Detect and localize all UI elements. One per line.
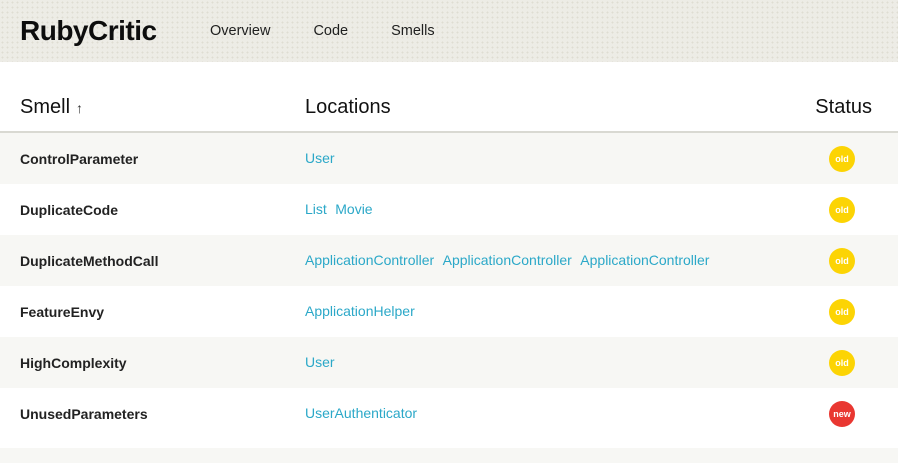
status-cell: old xyxy=(778,349,898,376)
location-link[interactable]: ApplicationController xyxy=(443,252,572,268)
smell-locations: UserAuthenticator xyxy=(305,405,778,423)
nav-item-smells[interactable]: Smells xyxy=(391,23,435,39)
column-header-status[interactable]: Status xyxy=(778,96,898,119)
smell-name: DuplicateMethodCall xyxy=(20,252,159,269)
status-badge: old xyxy=(829,298,855,325)
smell-locations: List Movie xyxy=(305,201,778,219)
smell-locations: ApplicationHelper xyxy=(305,303,778,321)
location-link[interactable]: User xyxy=(305,354,335,370)
status-badge: old xyxy=(829,247,855,274)
smell-locations: User xyxy=(305,150,778,168)
table-row: HighComplexity User old xyxy=(0,337,898,388)
smell-name: HighComplexity xyxy=(20,354,127,371)
smell-name: ControlParameter xyxy=(20,150,139,167)
table-row: FeatureEnvy ApplicationHelper old xyxy=(0,286,898,337)
column-header-smell[interactable]: Smell ↑ xyxy=(20,96,305,119)
status-cell: old xyxy=(778,298,898,325)
status-cell: old xyxy=(778,247,898,274)
smell-locations: User xyxy=(305,354,778,372)
status-cell: new xyxy=(778,400,898,427)
location-link[interactable]: ApplicationController xyxy=(580,252,709,268)
nav-item-code[interactable]: Code xyxy=(313,23,348,39)
status-cell: old xyxy=(778,196,898,223)
smell-name: FeatureEnvy xyxy=(20,303,105,320)
status-badge: old xyxy=(829,349,855,376)
sort-ascending-icon: ↑ xyxy=(76,100,84,116)
app-title: RubyCritic xyxy=(20,15,157,46)
partial-row xyxy=(0,448,898,463)
table-row: UnusedParameters UserAuthenticator new xyxy=(0,388,898,439)
location-link[interactable]: User xyxy=(305,150,335,166)
table-row: ControlParameter User old xyxy=(0,133,898,184)
table-row: DuplicateMethodCall ApplicationControlle… xyxy=(0,235,898,286)
table-row: DuplicateCode List Movie old xyxy=(0,184,898,235)
status-badge: new xyxy=(829,400,855,427)
location-link[interactable]: List xyxy=(305,201,327,217)
location-link[interactable]: ApplicationController xyxy=(305,252,434,268)
smell-name: UnusedParameters xyxy=(20,405,148,422)
smell-header-label: Smell xyxy=(20,96,71,118)
nav-item-overview[interactable]: Overview xyxy=(210,23,270,39)
main-nav: Overview Code Smells xyxy=(210,23,478,39)
location-link[interactable]: UserAuthenticator xyxy=(305,405,417,421)
status-badge: old xyxy=(829,196,855,223)
column-header-locations[interactable]: Locations xyxy=(305,96,778,119)
location-link[interactable]: ApplicationHelper xyxy=(305,303,415,319)
app-header: RubyCritic Overview Code Smells xyxy=(0,0,898,62)
status-cell: old xyxy=(778,145,898,172)
rubycritic-page: RubyCritic Overview Code Smells Smell ↑ L… xyxy=(0,0,898,463)
smell-locations: ApplicationController ApplicationControl… xyxy=(305,252,778,270)
smell-name: DuplicateCode xyxy=(20,201,119,218)
table-header: Smell ↑ Locations Status xyxy=(0,62,898,133)
status-badge: old xyxy=(829,145,855,172)
location-link[interactable]: Movie xyxy=(335,201,372,217)
